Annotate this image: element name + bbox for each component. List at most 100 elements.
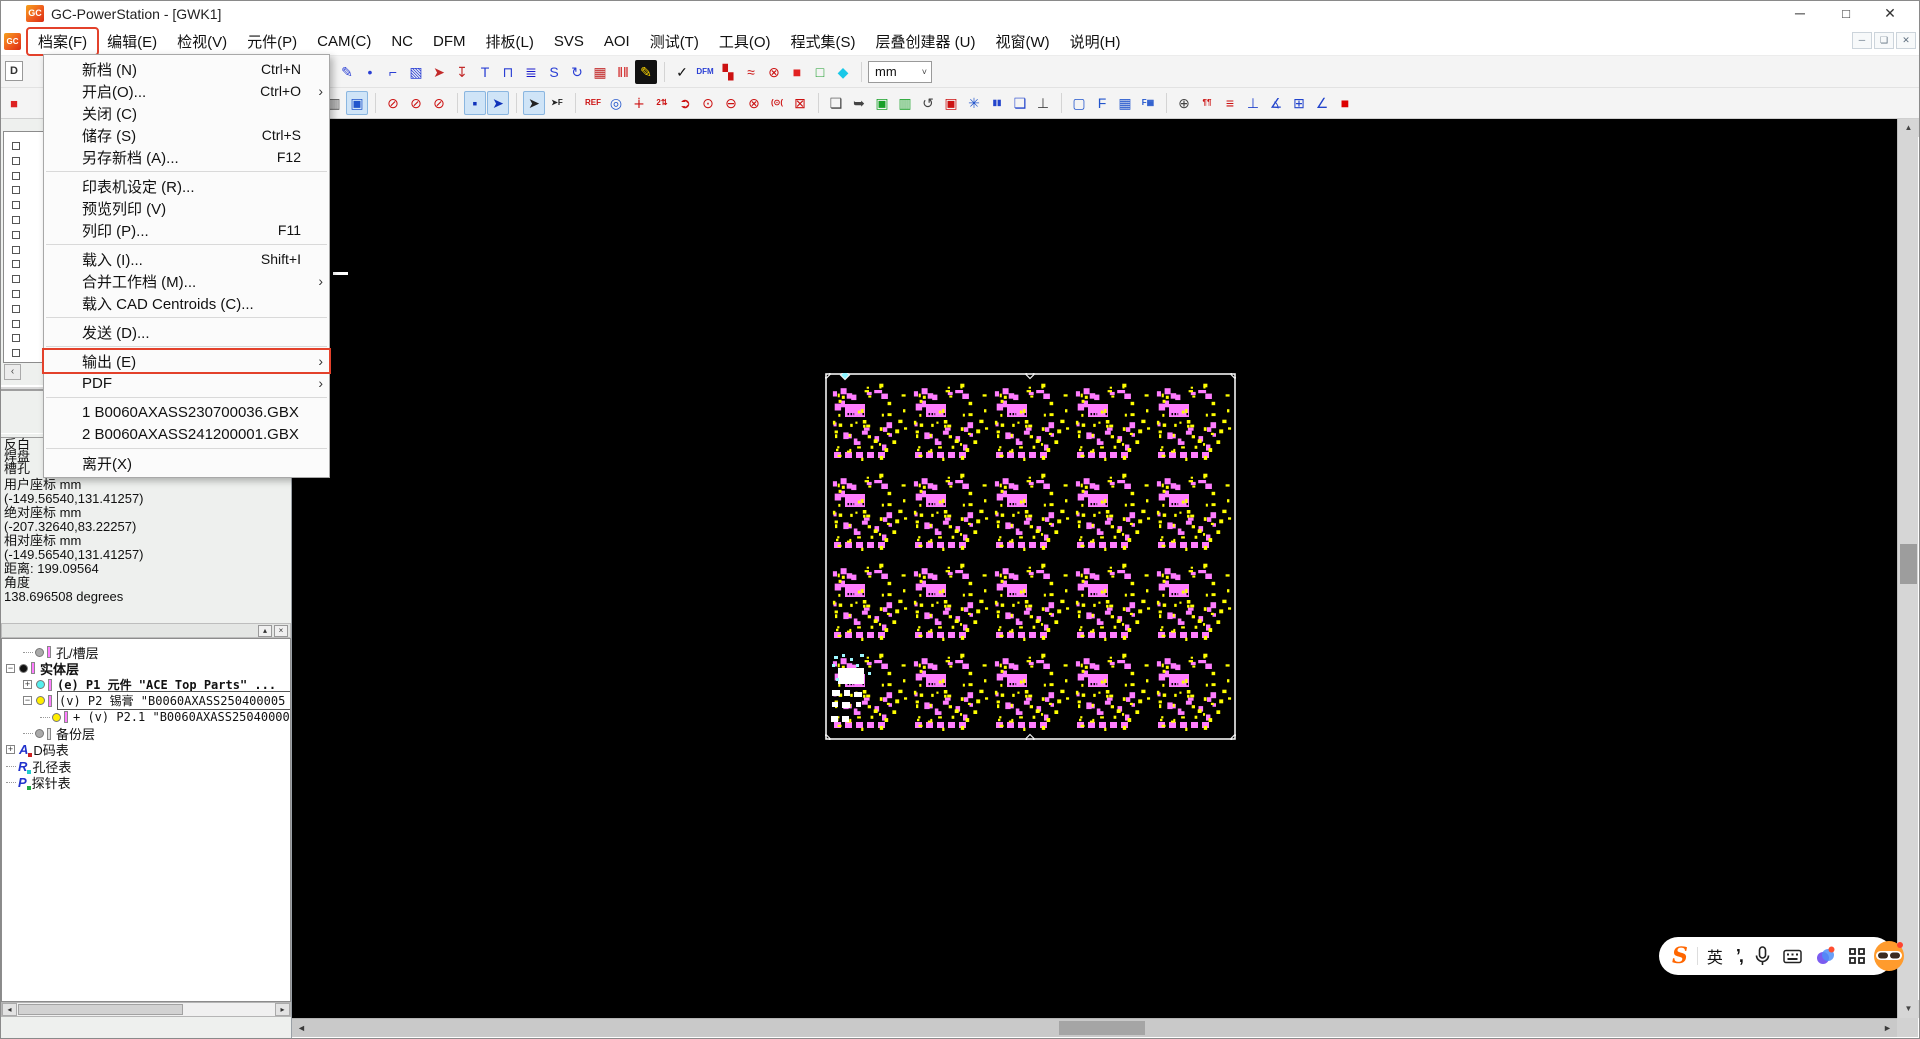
child-minimize-button[interactable]: ─	[1852, 32, 1872, 49]
layer-checkbox[interactable]	[12, 186, 20, 195]
tree-item-7[interactable]: + A D码表	[6, 742, 69, 758]
import-sheet-icon[interactable]: ➥	[848, 91, 870, 115]
menu-视窗(W)[interactable]: 视窗(W)	[986, 29, 1060, 54]
maximize-button[interactable]: □	[1824, 0, 1868, 27]
tree-expander-icon[interactable]: +	[6, 745, 15, 755]
net-globe-icon[interactable]: ✳	[963, 91, 985, 115]
bracket-pad-icon[interactable]: (⊙(	[766, 91, 788, 115]
apps-grid-icon[interactable]	[1848, 947, 1866, 965]
layer-checkbox[interactable]	[12, 290, 20, 298]
layer-checkbox[interactable]	[12, 230, 20, 239]
tree-expander-icon[interactable]: −	[6, 663, 15, 673]
outline-tool-icon[interactable]: ⊓	[497, 60, 519, 84]
datum-icon[interactable]: ⊥	[1032, 91, 1054, 115]
blackboard-pencil-icon[interactable]: ✎	[635, 59, 657, 84]
draw-arc-icon[interactable]: ⌐	[382, 60, 404, 84]
tree-item-2[interactable]: − 实体层	[6, 660, 79, 677]
menu-排板(L)[interactable]: 排板(L)	[475, 29, 543, 54]
tree-item-5[interactable]: + (v) P2.1 "B0060AXASS250400005 V	[40, 709, 290, 725]
file-menu-item[interactable]: 离开(X)	[44, 452, 329, 474]
file-menu-item[interactable]: 载入 CAD Centroids (C)...	[44, 292, 329, 314]
dfm-icon[interactable]: DFM	[694, 60, 716, 84]
menu-DFM[interactable]: DFM	[423, 31, 476, 52]
globe-edit-icon[interactable]: ◎	[605, 91, 627, 115]
net-test-icon[interactable]: ⊗	[763, 60, 785, 84]
minus-circle-icon[interactable]: ⊖	[720, 91, 742, 115]
angle-plus-icon[interactable]: ∡	[1265, 91, 1287, 115]
clear-layer-icon[interactable]: ⊘	[405, 91, 427, 115]
tree-expander-icon[interactable]: −	[23, 696, 32, 706]
mirror-icon[interactable]: ¶¶	[1196, 91, 1218, 115]
step-repeat-icon[interactable]: S	[543, 60, 565, 84]
new-sheet-icon[interactable]: ❏	[825, 91, 847, 115]
rotate-view-icon[interactable]: ↻	[566, 60, 588, 84]
tree-item-4[interactable]: − (v) P2 锡膏 "B0060AXASS250400005 VTP1	[23, 691, 290, 711]
origin-icon[interactable]: ⊕	[1173, 91, 1195, 115]
tree-scroll-left-arrow-icon[interactable]: ◂	[2, 1003, 17, 1016]
run-mode-icon[interactable]: ➤	[487, 91, 509, 115]
x-circle-icon[interactable]: ⊗	[743, 91, 765, 115]
pad-stack-icon[interactable]: ▚	[717, 60, 739, 84]
punctuation-icon[interactable]: ’,	[1736, 946, 1744, 967]
clear-all-icon[interactable]: ⊘	[428, 91, 450, 115]
board-frame-icon[interactable]: □	[809, 60, 831, 84]
file-menu-item[interactable]: 发送 (D)...	[44, 321, 329, 343]
red-fill-icon[interactable]: ▣	[940, 91, 962, 115]
emoji-face-icon[interactable]	[1872, 939, 1906, 978]
menu-元件(P)[interactable]: 元件(P)	[237, 29, 307, 54]
menu-说明(H)[interactable]: 说明(H)	[1060, 29, 1131, 54]
file-menu-item[interactable]: PDF ›	[44, 372, 329, 394]
snap-mode-icon[interactable]: ▪	[464, 91, 486, 115]
layer-checkbox[interactable]	[12, 216, 20, 224]
file-menu-item[interactable]: 列印 (P)... F11	[44, 219, 329, 241]
units-combobox[interactable]: mm ˅	[868, 60, 932, 83]
menu-NC[interactable]: NC	[381, 31, 423, 52]
panel-plus-icon[interactable]: ⊞	[1288, 91, 1310, 115]
teardrop-icon[interactable]: ◆	[832, 60, 854, 84]
tree-scroll-thumb[interactable]	[18, 1004, 183, 1015]
red-edge-icon[interactable]: ■	[5, 93, 23, 113]
verify-check-icon[interactable]: ✓	[671, 60, 693, 84]
tree-collapse-button[interactable]: ▴	[258, 625, 272, 637]
scroll-right-arrow-icon[interactable]: ►	[1878, 1019, 1897, 1037]
reload-icon[interactable]: ↺	[917, 91, 939, 115]
sogou-logo-icon[interactable]: S	[1672, 943, 1688, 969]
select-f-cursor-icon[interactable]: ➤F	[546, 91, 568, 115]
listbox-scroll-left-button[interactable]: ‹	[4, 364, 21, 380]
menu-编辑(E)[interactable]: 编辑(E)	[97, 29, 167, 54]
tree-expander-icon[interactable]: +	[23, 680, 32, 690]
file-menu-item[interactable]: 2 B0060AXASS241200001.GBX	[44, 423, 329, 445]
menu-档案(F)[interactable]: 档案(F)	[25, 27, 100, 56]
vertical-scroll-thumb[interactable]	[1900, 544, 1917, 584]
layer-checkbox[interactable]	[12, 201, 20, 210]
select-cursor-icon[interactable]: ➤	[523, 91, 545, 115]
file-menu-item[interactable]: 新档 (N) Ctrl+N	[44, 58, 329, 80]
clear-marks-icon[interactable]: ⊘	[382, 91, 404, 115]
layer-checkbox[interactable]	[12, 349, 20, 358]
tree-item-1[interactable]: 孔/槽层	[23, 644, 99, 661]
microphone-icon[interactable]	[1755, 946, 1770, 966]
menu-检视(V)[interactable]: 检视(V)	[167, 29, 237, 54]
file-menu-item[interactable]: 合并工作档 (M)... ›	[44, 270, 329, 292]
layer-checkbox[interactable]	[12, 245, 20, 254]
tree-close-button[interactable]: ×	[274, 625, 288, 637]
skin-icon[interactable]	[1815, 946, 1835, 966]
pad-circle-icon[interactable]: ⊙	[697, 91, 719, 115]
file-menu-item[interactable]: 储存 (S) Ctrl+S	[44, 124, 329, 146]
select-area-icon[interactable]: ▧	[405, 60, 427, 84]
layer-checkbox[interactable]	[12, 260, 20, 269]
record-stop-icon[interactable]: ■	[1334, 91, 1356, 115]
file-menu-item[interactable]: 关闭 (C)	[44, 102, 329, 124]
file-menu-item[interactable]: 预览列印 (V)	[44, 197, 329, 219]
layer-checkbox[interactable]	[12, 171, 20, 180]
barcode-icon[interactable]: ‖‖	[612, 60, 634, 84]
child-close-button[interactable]: ✕	[1896, 32, 1916, 49]
menu-测试(T)[interactable]: 测试(T)	[640, 29, 709, 54]
blue-bars-icon[interactable]: ▮▮	[986, 91, 1008, 115]
x-box-icon[interactable]: ⊠	[789, 91, 811, 115]
new-doc-edge-icon[interactable]: D	[5, 61, 23, 81]
tree-item-8[interactable]: R 孔径表	[6, 758, 71, 775]
layer-checkbox[interactable]	[12, 142, 20, 150]
menu-层叠创建器 (U)[interactable]: 层叠创建器 (U)	[866, 29, 986, 54]
scroll-down-arrow-icon[interactable]: ▼	[1898, 1000, 1919, 1018]
